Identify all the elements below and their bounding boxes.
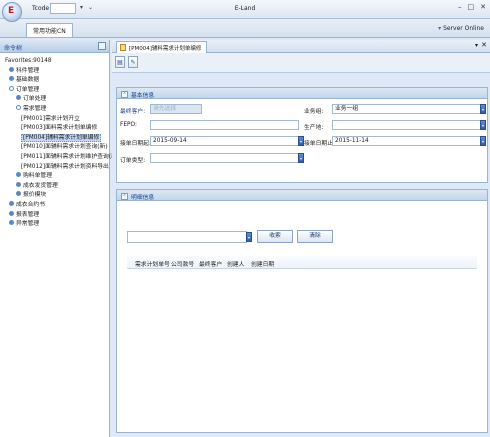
date-end-input[interactable]: 2015-11-14 [332,136,481,146]
app-menu-button[interactable]: E [2,2,22,22]
window-titlebar: E Tcode ▾ ⌄ E-Land – □ ✕ [0,0,490,22]
customer-label: 最终客户: [120,109,146,115]
document-tab-bar: [PM004]辅料需求计划单编修 ▾ ✕ [112,40,490,53]
tree-node-icon [9,200,14,206]
maximize-icon[interactable]: □ [468,3,475,11]
main-area: [PM004]辅料需求计划单编修 ▾ ✕ ▤ ✎ ⌃ 基本信息 最终客户: 请先选… [112,40,490,437]
minimize-icon[interactable]: – [458,3,462,11]
column-header[interactable]: 最终客户 [199,259,222,268]
tree-item[interactable]: 订单处理 [0,95,109,105]
business-group-select[interactable]: 业务一组 [332,104,481,114]
date-start-input[interactable]: 2015-09-14 [150,136,299,146]
tree-item[interactable]: [PM012]面辅料需求计划资料导出 [0,163,109,173]
tree-node-icon [9,220,14,226]
tree-item[interactable]: [PM010]面辅料需求计划查询(新) [0,143,109,153]
command-tree-panel: 命令树 Favorites:90148 科件管理 基础数据 订单管理 订单处理 … [0,40,119,437]
basic-info-panel: ⌃ 基本信息 最终客户: 请先选择 业务组: 业务一组 FEPO: 生产地: 接单… [116,87,488,183]
edit-doc-icon: ✎ [130,59,136,66]
window-title: E-Land [234,5,256,12]
document-toolbar: ▤ ✎ [112,53,490,73]
basic-info-header[interactable]: ⌃ 基本信息 [117,88,487,99]
document-icon [120,44,126,51]
order-type-dropdown-icon[interactable] [298,153,304,163]
producer-dropdown-icon[interactable] [480,120,486,130]
tree-item[interactable]: 成衣合约书 [0,200,109,211]
server-status: ▾ Server Online [438,25,484,32]
order-type-label: 订单类型: [120,158,146,164]
date-end-calendar-icon[interactable] [480,136,486,146]
column-header[interactable]: 公司款号 [171,259,194,268]
customer-field[interactable]: 请先选择 [150,104,202,114]
tab-common-functions[interactable]: 常用功能CN [26,23,73,37]
tree-node-open-icon [9,85,14,91]
tree-node-icon [9,76,14,82]
fepo-label: FEPO: [120,122,137,128]
tree-item[interactable]: [PM011]面辅料需求计划维护查询(新) [0,153,119,163]
detail-info-title: 明细信息 [131,195,155,201]
document-tab[interactable]: [PM004]辅料需求计划单编修 [116,41,208,53]
detail-info-panel: ⌃ 明细信息 收索 清除 需求计划单号 公司款号 最终客户 创建人 创建日期 [116,189,488,433]
ribbon-tab-row: 常用功能CN ▾ Server Online [0,19,490,38]
order-type-select[interactable] [150,153,299,163]
tree-item[interactable]: 购料单管理 [0,172,109,182]
tree-item[interactable]: 科件管理 [0,66,109,77]
sidebar-header: 命令树 [0,40,109,53]
server-status-text: Server Online [443,25,484,32]
producer-select[interactable] [332,120,481,130]
date-end-label: 接单日期止: [304,141,335,147]
tree-node-icon [16,191,21,197]
close-tab-icon[interactable]: ✕ [481,41,487,49]
business-group-label: 业务组: [304,109,324,115]
tree-node-icon [9,66,14,72]
fepo-input[interactable] [150,120,299,130]
pin-icon[interactable] [98,42,106,50]
tree-item[interactable]: 成衣发货管理 [0,181,109,192]
collapse-icon[interactable]: ⌃ [121,193,128,200]
tree-node-open-icon [16,104,21,110]
edit-button[interactable]: ✎ [128,56,138,68]
tree-node-icon [9,210,14,216]
favorites-label: Favorites:90148 [5,58,52,64]
tree-favorites[interactable]: Favorites:90148 [0,57,109,67]
tree-item[interactable]: [PM001]需求计划开立 [0,115,109,125]
tree-item[interactable]: 需求管理 [0,104,109,115]
tree-node-icon [16,172,21,178]
column-header[interactable]: 创建人 [227,259,244,268]
tree-item[interactable]: 基础数据 [0,76,109,86]
tree-item[interactable]: [PM003]面料需求计划单编修 [0,124,109,134]
tree-item[interactable]: 订单管理 [0,85,109,96]
tree-node-icon [16,95,21,101]
tree-node-icon [16,181,21,187]
sidebar-title: 命令树 [4,45,23,52]
tree-item[interactable]: 异常管理 [0,220,109,230]
detail-search-dropdown-icon[interactable] [246,232,252,242]
producer-label: 生产地: [304,125,324,131]
basic-info-title: 基本信息 [131,93,155,99]
app-logo: E [8,6,15,16]
tree-item-selected[interactable]: [PM004]辅料需求计划单编修 [0,133,109,144]
detail-info-header[interactable]: ⌃ 明细信息 [117,190,487,201]
detail-search-select[interactable] [127,231,247,243]
detail-grid-header: 需求计划单号 公司款号 最终客户 创建人 创建日期 [127,256,477,269]
collapse-icon[interactable]: ⌃ [121,91,128,98]
date-start-label: 接单日期起: [120,141,151,147]
column-header[interactable]: 创建日期 [251,259,274,268]
tab-menu-arrow-icon[interactable]: ▾ [475,42,478,49]
new-button[interactable]: ▤ [115,56,125,68]
clear-button[interactable]: 清除 [297,230,333,243]
tree-item[interactable]: 报价模块 [0,191,109,201]
column-header[interactable]: 需求计划单号 [135,259,170,268]
business-group-dropdown-icon[interactable] [480,104,486,114]
query-button[interactable]: 收索 [257,230,293,243]
tree-item[interactable]: 报表管理 [0,210,109,221]
command-tree: Favorites:90148 科件管理 基础数据 订单管理 订单处理 需求管理… [0,53,119,230]
close-icon[interactable]: ✕ [480,3,486,11]
document-tab-label: [PM004]辅料需求计划单编修 [129,46,202,52]
new-doc-icon: ▤ [117,59,123,66]
